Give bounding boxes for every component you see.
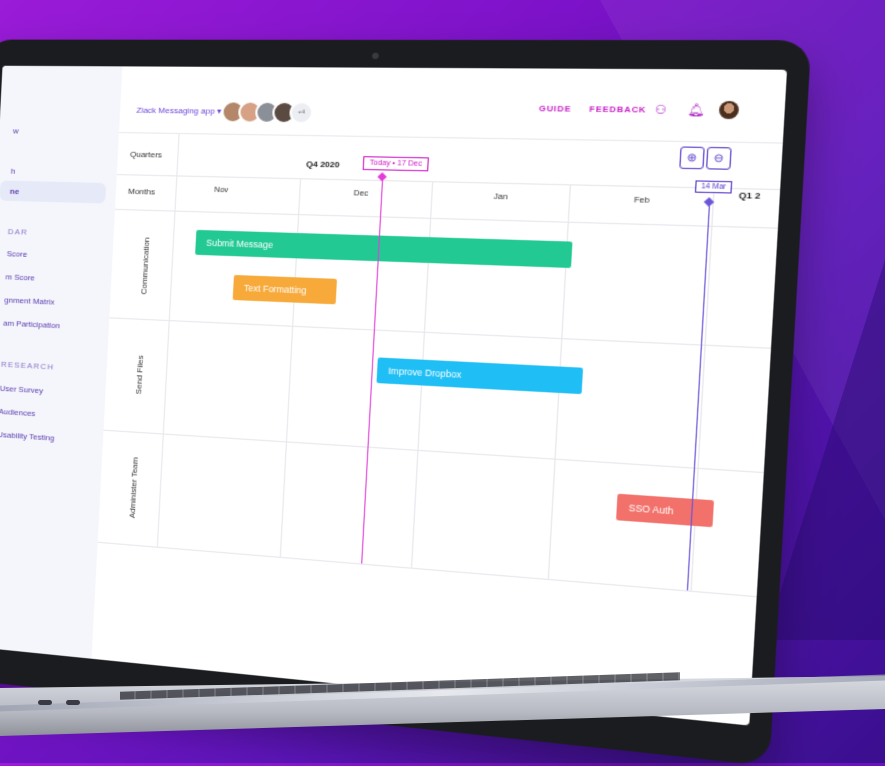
port-icon [38,700,52,705]
timeline-grid: Quarters Months Q4 2020 Today • 17 Dec Q… [95,132,783,647]
project-selector[interactable]: Ziack Messaging app ▾ [136,106,221,116]
sidebar-section-heading: DAR [8,227,29,237]
sidebar-item-team-score[interactable]: m Score [5,272,35,282]
guide-link[interactable]: GUIDE [539,104,572,114]
task-bar[interactable]: Improve Dropbox [376,357,583,394]
grid-divider [109,317,771,348]
today-tag[interactable]: Today • 17 Dec [363,156,430,171]
grid-divider [115,209,778,229]
main-panel: Ziack Messaging app ▾ +4 GUIDE FEEDBACK … [92,66,787,725]
grid-divider [157,134,180,547]
month-label-dec: Dec [353,188,368,198]
port-icon [66,700,80,705]
laptop-lid: MacBook Pro w h ne DAR Score m Score gnm… [0,40,811,766]
sidebar-item-user-survey[interactable]: User Survey [0,384,43,396]
month-label-feb: Feb [634,195,650,205]
zoom-out-button[interactable]: ⊖ [706,147,732,170]
months-label: Months [128,187,155,197]
feedback-link[interactable]: FEEDBACK [589,104,647,115]
sidebar-section-heading-research: RESEARCH [1,360,55,372]
quarter-label: Q4 2020 [306,159,340,169]
app-screen: w h ne DAR Score m Score gnment Matrix a… [0,66,787,726]
project-name: Ziack Messaging app [136,106,215,116]
task-bar[interactable]: Text Formatting [233,275,337,304]
quarters-label: Quarters [130,150,162,160]
row-label-send-files: Send Files [132,333,146,416]
month-label-nov: Nov [214,185,229,195]
bell-icon[interactable]: 🔔︎ [687,103,705,118]
quarter-label-next: Q1 2 [739,190,761,201]
sidebar-item-team-participation[interactable]: am Participation [3,319,60,331]
grid-divider [103,430,763,474]
sidebar-item-alignment-matrix[interactable]: gnment Matrix [4,295,55,306]
sidebar-item-score[interactable]: Score [6,249,27,259]
row-label-administer-team: Administer Team [126,446,139,529]
sidebar-item-usability-testing[interactable]: Usability Testing [0,430,55,443]
sidebar-item-3[interactable]: h [11,167,16,176]
grid-divider [690,188,714,591]
task-bar-label: Submit Message [206,237,274,250]
task-bar[interactable]: Submit Message [195,230,572,268]
milestone-line [687,201,710,591]
grid-divider [98,542,757,597]
row-label-communication: Communication [138,225,152,308]
month-label-jan: Jan [493,191,507,201]
camera-icon [371,53,378,59]
task-bar-label: Text Formatting [244,283,307,296]
team-icon[interactable]: ⚇ [654,103,667,118]
user-avatar[interactable] [719,101,740,119]
task-bar-label: SSO Auth [628,502,673,516]
task-bar[interactable]: SSO Auth [616,494,714,528]
avatar-more-count: +4 [289,101,314,125]
collaborator-avatars[interactable]: +4 [221,100,314,124]
milestone-tag[interactable]: 14 Mar [695,180,733,193]
sidebar-item-1[interactable]: w [13,126,19,135]
sidebar-item-timeline[interactable]: ne [10,187,20,196]
zoom-in-button[interactable]: ⊕ [679,146,705,169]
sidebar-item-audiences[interactable]: Audiences [0,407,36,418]
task-bar-label: Improve Dropbox [388,365,462,380]
